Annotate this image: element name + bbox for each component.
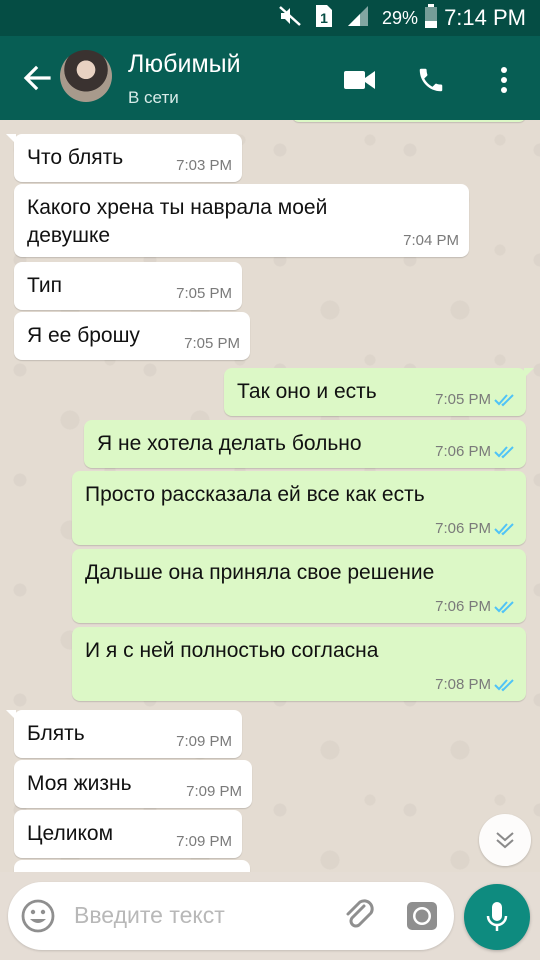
battery-percent: 29%	[382, 7, 419, 28]
video-call-icon	[344, 71, 375, 89]
voice-call-button[interactable]	[413, 62, 449, 98]
double-check-icon	[494, 600, 514, 613]
phone-icon	[419, 68, 443, 92]
chat-header: Любимый В сети	[0, 36, 540, 120]
message-bubble-outgoing[interactable]: Так оно и есть 7:05 PM	[224, 368, 534, 416]
message-meta: 7:06 PM	[435, 598, 516, 615]
message-time: 7:05 PM	[176, 285, 232, 302]
message-bubble-incoming[interactable]: Что блять 7:03 PM	[6, 134, 242, 182]
back-arrow-icon	[23, 65, 51, 91]
message-bubble-outgoing[interactable]: Дальше она приняла свое решение 7:06 PM	[72, 549, 526, 623]
attach-button[interactable]	[342, 898, 378, 939]
camera-button[interactable]	[404, 898, 440, 939]
emoji-icon	[21, 899, 55, 933]
message-bubble-outgoing[interactable]: Просто рассказала ей все как есть 7:06 P…	[72, 471, 526, 545]
back-button[interactable]	[16, 56, 58, 100]
mute-icon	[278, 5, 302, 32]
message-time: 7:08 PM	[435, 676, 491, 693]
battery-icon	[424, 3, 438, 33]
message-text: Просто рассказала ей все как есть	[85, 483, 425, 506]
double-check-icon	[494, 393, 514, 406]
message-text: Какого хрена ты наврала моей девушке	[27, 196, 328, 247]
status-time: 7:14 PM	[444, 5, 526, 30]
message-time: 7:04 PM	[403, 232, 459, 249]
attach-icon	[346, 899, 374, 928]
message-time: 7:03 PM	[176, 157, 232, 174]
message-meta: 7:08 PM	[435, 676, 516, 693]
message-time: 7:06 PM	[435, 598, 491, 615]
sim-slot-label: 1	[320, 10, 328, 26]
signal-icon	[346, 5, 370, 32]
message-input[interactable]: Введите текст	[74, 902, 225, 929]
message-bubble-incoming[interactable]: Какого хрена ты наврала моей девушке 7:0…	[14, 184, 469, 257]
double-check-icon	[494, 678, 514, 691]
message-meta: 7:06 PM	[435, 520, 516, 537]
voice-record-button[interactable]	[464, 884, 530, 950]
message-bubble-incoming[interactable]: Целиком 7:09 PM	[14, 810, 242, 858]
message-bubble-partial	[14, 860, 250, 872]
contact-status: В сети	[128, 88, 179, 107]
mic-icon	[486, 902, 508, 931]
message-time: 7:05 PM	[435, 391, 491, 408]
message-text: Дальше она приняла свое решение	[85, 561, 435, 584]
message-text: И я с ней полностью согласна	[85, 639, 379, 662]
message-time: 7:06 PM	[435, 443, 491, 460]
message-bubble-incoming[interactable]: Моя жизнь 7:09 PM	[14, 760, 252, 808]
video-call-button[interactable]	[342, 62, 378, 98]
message-bubble-incoming[interactable]: Тип 7:05 PM	[14, 262, 242, 310]
message-meta: 7:05 PM	[435, 391, 516, 408]
avatar[interactable]	[60, 50, 112, 102]
status-bar: 1 29% 7:14 PM	[0, 0, 540, 36]
message-time: 7:09 PM	[176, 733, 232, 750]
message-bubble-outgoing[interactable]: И я с ней полностью согласна 7:08 PM	[72, 627, 526, 701]
message-time: 7:09 PM	[186, 783, 242, 800]
message-meta: 7:06 PM	[435, 443, 516, 460]
double-check-icon	[494, 445, 514, 458]
message-time: 7:05 PM	[184, 335, 240, 352]
chevron-down-icon	[496, 832, 514, 849]
message-list[interactable]: Что блять 7:03 PM Какого хрена ты наврал…	[0, 120, 540, 872]
double-check-icon	[494, 522, 514, 535]
message-composer: Введите текст	[8, 882, 454, 950]
camera-icon	[407, 902, 437, 930]
contact-name[interactable]: Любимый	[128, 50, 241, 79]
more-vert-icon	[501, 67, 507, 93]
message-bubble-outgoing[interactable]: Я не хотела делать больно 7:06 PM	[84, 420, 526, 468]
more-options-button[interactable]	[486, 62, 522, 98]
message-bubble-incoming[interactable]: Блять 7:09 PM	[6, 710, 242, 758]
message-bubble-incoming[interactable]: Я ее брошу 7:05 PM	[14, 312, 250, 360]
scroll-to-bottom-button[interactable]	[479, 814, 531, 866]
emoji-button[interactable]	[20, 898, 56, 939]
message-bubble-partial	[292, 120, 526, 122]
message-time: 7:06 PM	[435, 520, 491, 537]
sim-icon: 1	[314, 3, 334, 34]
message-time: 7:09 PM	[176, 833, 232, 850]
